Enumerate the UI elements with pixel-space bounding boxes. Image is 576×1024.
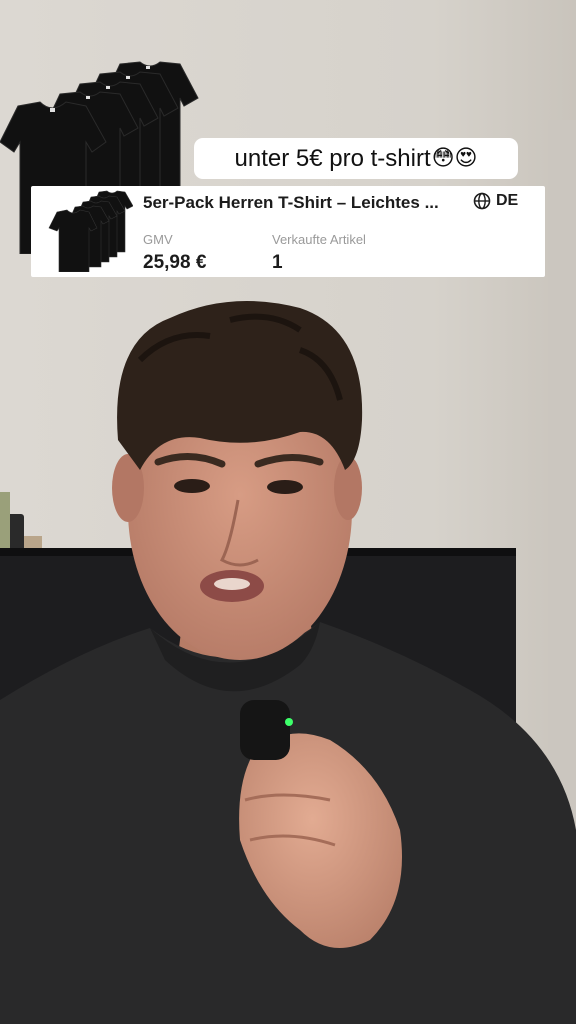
gmv-value: 25,98 € <box>143 252 207 273</box>
caption-emojis: 😳😍 <box>431 146 478 171</box>
items-sold-metric: Verkaufte Artikel 1 <box>272 232 366 275</box>
caption-bubble: unter 5€ pro t-shirt 😳😍 <box>194 138 518 179</box>
region-badge: DE <box>473 189 518 213</box>
items-sold-value: 1 <box>272 252 283 273</box>
gmv-label: GMV <box>143 232 173 247</box>
gmv-metric: GMV 25,98 € <box>143 232 206 275</box>
region-code: DE <box>496 192 519 209</box>
product-card[interactable]: 5er-Pack Herren T-Shirt – Leichtes ... D… <box>31 186 545 277</box>
product-title: 5er-Pack Herren T-Shirt – Leichtes ... <box>143 193 439 212</box>
items-sold-label: Verkaufte Artikel <box>272 232 366 247</box>
caption-text: unter 5€ pro t-shirt <box>234 144 431 172</box>
product-thumbnail <box>48 190 133 272</box>
globe-icon <box>473 192 491 210</box>
